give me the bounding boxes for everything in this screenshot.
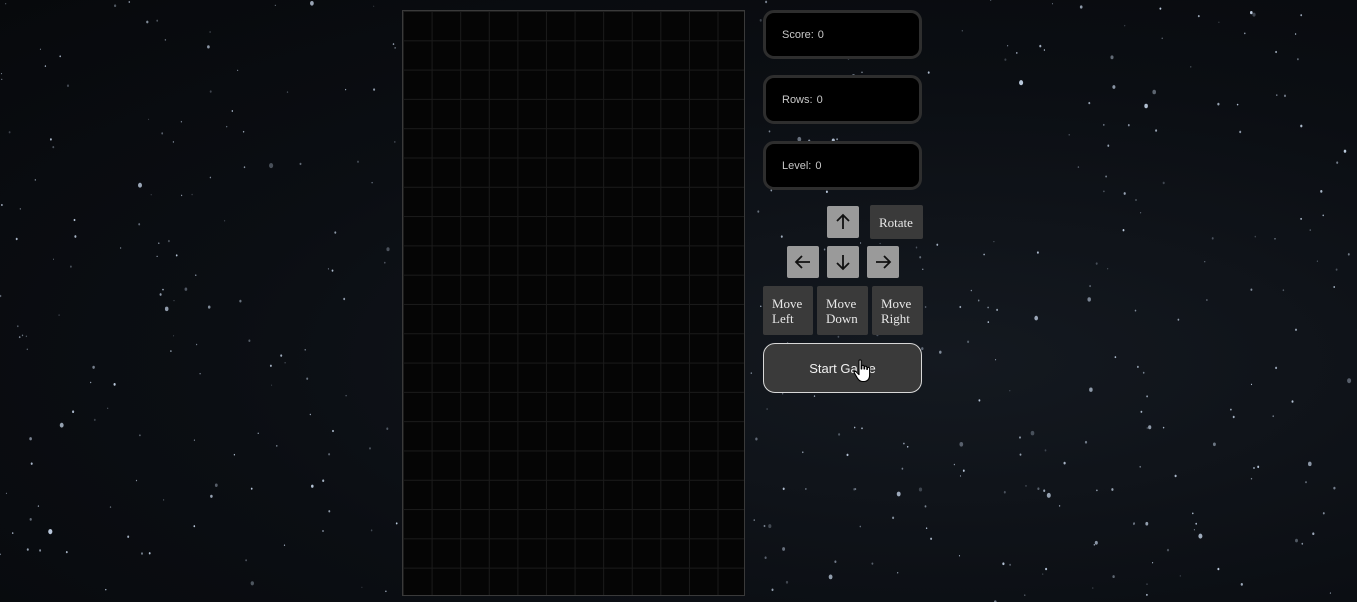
level-display: Level: 0	[763, 141, 922, 190]
level-label: Level:	[782, 159, 812, 172]
level-value: 0	[815, 159, 822, 172]
score-display: Score: 0	[763, 10, 922, 59]
left-arrow-button[interactable]	[787, 246, 819, 278]
rotate-button[interactable]: Rotate	[870, 205, 923, 239]
arrow-right-icon	[876, 255, 892, 269]
arrow-up-icon	[836, 213, 850, 229]
score-label: Score:	[782, 28, 814, 41]
start-game-label: Start Game	[809, 360, 876, 376]
move-down-label-line2: Down	[826, 310, 858, 326]
move-left-label-line2: Left	[772, 310, 794, 326]
rows-label: Rows:	[782, 93, 813, 106]
arrow-down-icon	[836, 255, 850, 271]
score-value: 0	[817, 28, 824, 41]
right-arrow-button[interactable]	[867, 246, 899, 278]
down-arrow-button[interactable]	[827, 246, 859, 278]
rotate-label: Rotate	[879, 214, 913, 230]
up-arrow-button[interactable]	[827, 206, 859, 238]
move-left-button[interactable]: Move Left	[763, 286, 813, 335]
move-right-label-line1: Move	[881, 295, 912, 311]
move-left-label-line1: Move	[772, 295, 803, 311]
rows-value: 0	[816, 93, 823, 106]
move-right-label-line2: Right	[881, 310, 910, 326]
move-right-button[interactable]: Move Right	[872, 286, 923, 335]
arrow-left-icon	[794, 255, 810, 269]
start-game-button[interactable]: Start Game	[763, 343, 922, 393]
game-screen: Score: 0 Rows: 0 Level: 0 Rotate Move Le…	[0, 0, 1357, 602]
move-down-button[interactable]: Move Down	[817, 286, 868, 335]
game-board[interactable]	[402, 10, 745, 596]
rows-display: Rows: 0	[763, 75, 922, 124]
move-down-label-line1: Move	[826, 295, 857, 311]
